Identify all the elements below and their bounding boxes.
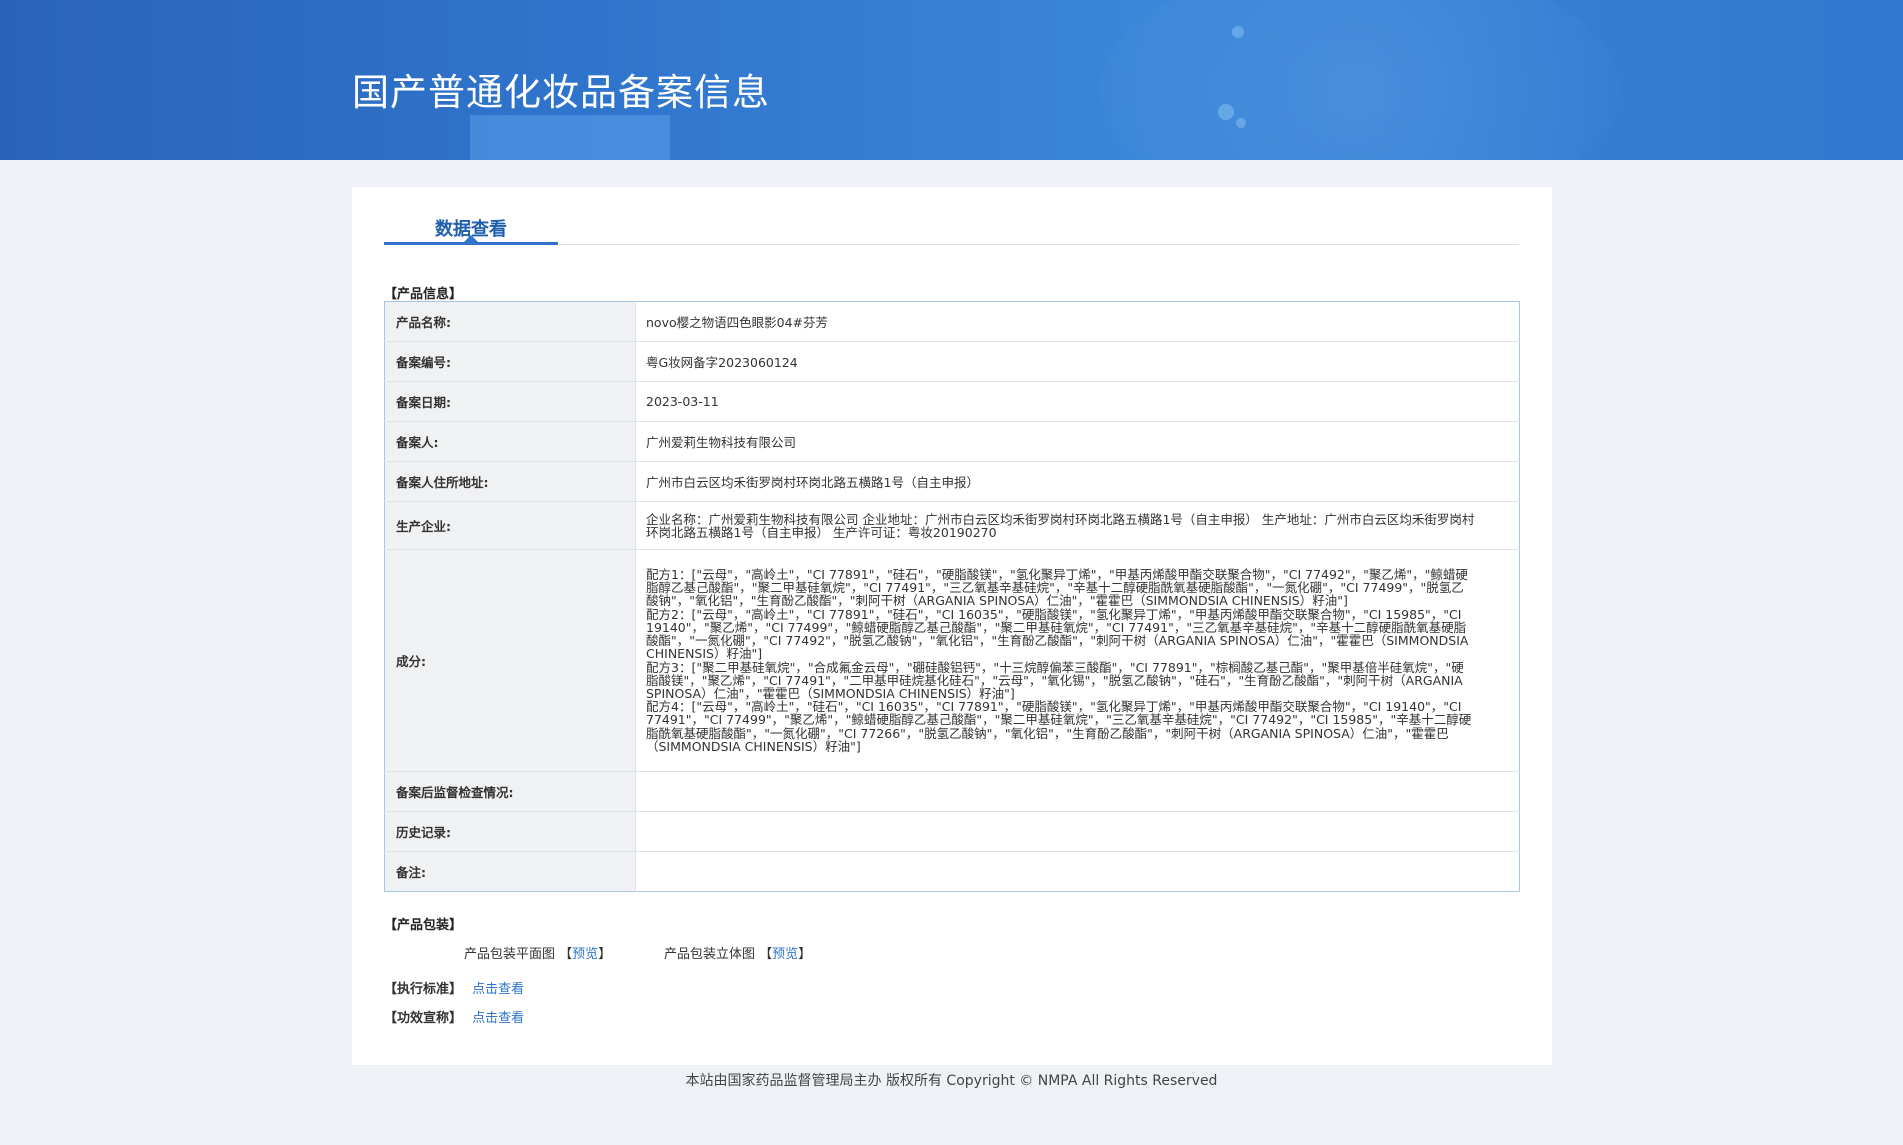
table-row: 产品名称: novo樱之物语四色眼影04#芬芳 (384, 301, 1520, 342)
value-remarks (635, 851, 1520, 892)
table-row: 生产企业: 企业名称：广州爱莉生物科技有限公司 企业地址：广州市白云区均禾街罗岗… (384, 501, 1520, 550)
label-registrant: 备案人: (384, 421, 636, 462)
section-title-standard: 【执行标准】 (384, 982, 463, 997)
bracket-close: 】 (598, 947, 612, 962)
tab-bar: 数据查看 (384, 219, 1519, 245)
footer-copyright: 本站由国家药品监督管理局主办 版权所有 Copyright © NMPA All… (685, 1073, 1218, 1089)
label-post-inspection: 备案后监督检查情况: (384, 771, 636, 812)
value-record-date: 2023-03-11 (635, 381, 1520, 422)
table-row: 备案人: 广州爱莉生物科技有限公司 (384, 421, 1520, 462)
label-registrant-address: 备案人住所地址: (384, 461, 636, 502)
standard-view-link[interactable]: 点击查看 (472, 982, 524, 997)
preview-flat-link[interactable]: 预览 (572, 947, 598, 962)
label-history: 历史记录: (384, 811, 636, 852)
efficacy-view-link[interactable]: 点击查看 (472, 1011, 524, 1026)
product-info-table: 产品名称: novo樱之物语四色眼影04#芬芳 备案编号: 粤G妆网备字2023… (384, 301, 1520, 892)
value-manufacturer-cell: 企业名称：广州爱莉生物科技有限公司 企业地址：广州市白云区均禾街罗岗村环岗北路五… (635, 501, 1520, 550)
bracket-open: 【 (759, 947, 773, 962)
table-row: 成分: 配方1：["云母"，"高岭土"，"CI 77891"，"硅石"，"硬脂酸… (384, 549, 1520, 772)
preview-solid-link[interactable]: 预览 (772, 947, 798, 962)
value-ingredients-cell: 配方1：["云母"，"高岭土"，"CI 77891"，"硅石"，"硬脂酸镁"，"… (635, 549, 1520, 772)
table-row: 备案人住所地址: 广州市白云区均禾街罗岗村环岗北路五横路1号（自主申报） (384, 461, 1520, 502)
value-ingredients: 配方1：["云母"，"高岭土"，"CI 77891"，"硅石"，"硬脂酸镁"，"… (646, 567, 1472, 754)
value-registrant: 广州爱莉生物科技有限公司 (635, 421, 1520, 462)
label-remarks: 备注: (384, 851, 636, 892)
bracket-close: 】 (798, 947, 812, 962)
content-panel: 数据查看 【产品信息】 产品名称: novo樱之物语四色眼影04#芬芳 备案编号… (352, 187, 1552, 1065)
label-product-name: 产品名称: (384, 301, 636, 342)
table-row: 备注: (384, 851, 1520, 892)
value-manufacturer: 企业名称：广州爱莉生物科技有限公司 企业地址：广州市白云区均禾街罗岗村环岗北路五… (646, 511, 1475, 540)
value-post-inspection (635, 771, 1520, 812)
label-ingredients: 成分: (384, 549, 636, 772)
header-banner: 国产普通化妆品备案信息 (0, 0, 1903, 160)
table-row: 备案日期: 2023-03-11 (384, 381, 1520, 422)
section-title-product-info: 【产品信息】 (384, 287, 463, 302)
banner-dot-decoration (1218, 104, 1234, 120)
bracket-open: 【 (559, 947, 573, 962)
package-solid-row: 产品包装立体图 【预览】 (664, 943, 811, 962)
label-record-date: 备案日期: (384, 381, 636, 422)
package-solid-label: 产品包装立体图 (664, 947, 756, 962)
table-row: 备案编号: 粤G妆网备字2023060124 (384, 341, 1520, 382)
banner-glow-decoration (1100, 0, 1620, 160)
label-manufacturer: 生产企业: (384, 501, 636, 550)
value-registrant-address: 广州市白云区均禾街罗岗村环岗北路五横路1号（自主申报） (635, 461, 1520, 502)
tab-caret-icon (464, 235, 478, 242)
table-row: 历史记录: (384, 811, 1520, 852)
label-record-number: 备案编号: (384, 341, 636, 382)
standard-row: 【执行标准】 点击查看 (384, 978, 524, 997)
package-flat-row: 产品包装平面图 【预览】 (464, 943, 611, 962)
value-history (635, 811, 1520, 852)
banner-block-decoration (470, 115, 670, 160)
table-row: 备案后监督检查情况: (384, 771, 1520, 812)
efficacy-row: 【功效宣称】 点击查看 (384, 1007, 524, 1026)
value-product-name: novo樱之物语四色眼影04#芬芳 (646, 315, 828, 330)
page-title: 国产普通化妆品备案信息 (352, 71, 770, 114)
banner-dot-decoration (1236, 118, 1246, 128)
value-record-number: 粤G妆网备字2023060124 (635, 341, 1520, 382)
banner-dot-decoration (1232, 26, 1244, 38)
package-flat-label: 产品包装平面图 (464, 947, 556, 962)
section-title-product-package: 【产品包装】 (384, 918, 463, 933)
section-title-efficacy: 【功效宣称】 (384, 1011, 463, 1026)
tab-data-view[interactable]: 数据查看 (384, 219, 558, 245)
